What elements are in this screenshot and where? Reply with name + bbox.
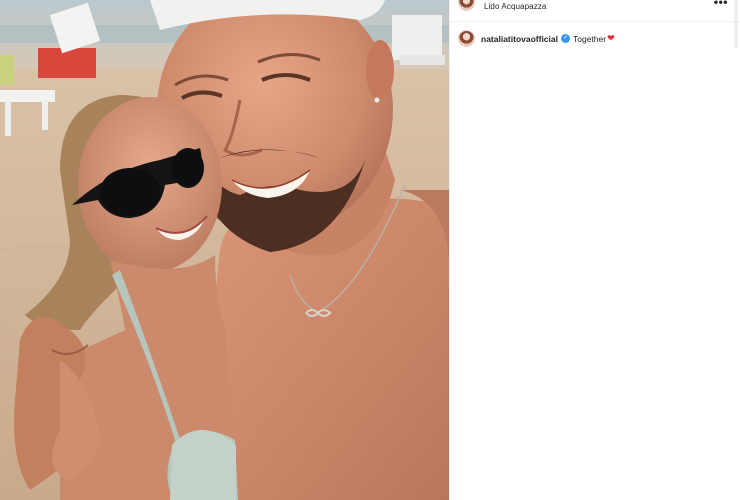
caption-avatar[interactable] xyxy=(458,30,475,47)
verified-badge-icon: ✓ xyxy=(561,34,570,43)
location-link[interactable]: Lido Acquapazza xyxy=(484,2,546,11)
post-sidebar: Lido Acquapazza ••• nataliatitovaofficia… xyxy=(449,0,740,500)
caption-body: Together xyxy=(573,33,607,44)
caption-text: nataliatitovaofficial ✓ Together ❤ xyxy=(481,33,615,44)
post-view: Lido Acquapazza ••• nataliatitovaofficia… xyxy=(0,0,740,500)
post-photo[interactable] xyxy=(0,0,449,500)
more-horizontal-icon[interactable]: ••• xyxy=(714,0,728,8)
heart-emoji-icon: ❤ xyxy=(607,33,615,43)
selfie-photo xyxy=(0,0,449,500)
author-avatar[interactable] xyxy=(458,0,475,11)
scrollbar[interactable] xyxy=(734,0,738,48)
post-header: Lido Acquapazza ••• xyxy=(450,0,740,48)
username-link[interactable]: nataliatitovaofficial xyxy=(481,34,558,44)
caption-row: nataliatitovaofficial ✓ Together ❤ xyxy=(450,22,740,47)
